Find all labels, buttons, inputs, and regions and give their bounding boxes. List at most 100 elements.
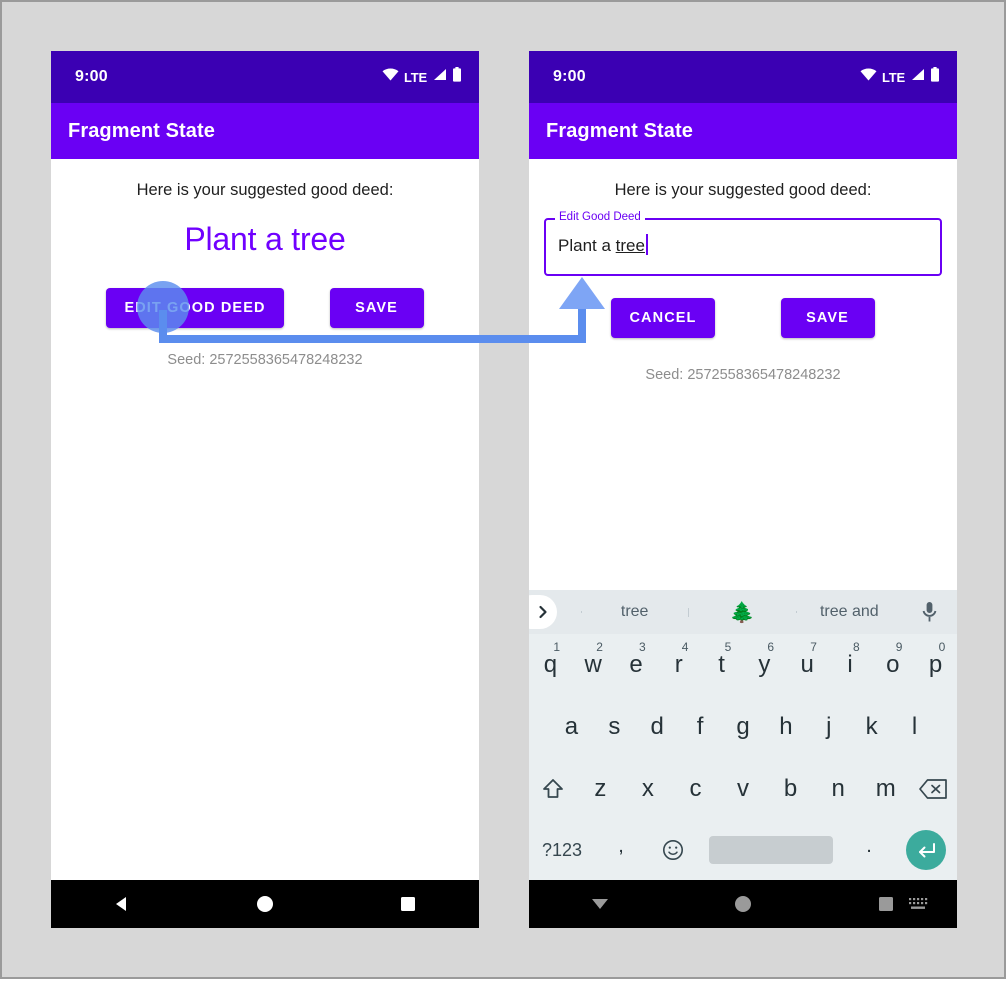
key-u-label: u — [800, 651, 814, 678]
microphone-icon[interactable] — [903, 601, 957, 623]
status-icon-group: LTE — [860, 67, 940, 87]
key-c[interactable]: c — [672, 758, 720, 820]
right-button-row: CANCEL SAVE — [529, 276, 957, 338]
page-title: Fragment State — [546, 119, 693, 142]
key-p[interactable]: 0p — [914, 634, 957, 696]
left-content: Here is your suggested good deed: Plant … — [51, 159, 479, 368]
app-bar: Fragment State — [529, 103, 957, 159]
status-time: 9:00 — [553, 68, 586, 85]
signal-icon — [910, 68, 925, 86]
key-g[interactable]: g — [722, 696, 765, 758]
key-k[interactable]: k — [850, 696, 893, 758]
key-u[interactable]: 7u — [786, 634, 829, 696]
field-value-prefix: Plant a — [558, 236, 616, 255]
page-title: Fragment State — [68, 119, 215, 142]
chevron-right-icon[interactable] — [529, 595, 557, 629]
save-button[interactable]: SAVE — [329, 288, 424, 328]
key-o-number: 9 — [895, 640, 903, 654]
seed-text: Seed: 2572558365478248232 — [645, 367, 841, 383]
key-e-label: e — [629, 651, 643, 678]
seed-text: Seed: 2572558365478248232 — [167, 352, 363, 368]
show-keyboard-icon[interactable] — [899, 880, 939, 928]
keyboard-row-1: 1q 2w 3e 4r 5t 6y 7u 8i 9o 0p — [529, 634, 957, 696]
key-h[interactable]: h — [764, 696, 807, 758]
field-label: Edit Good Deed — [555, 210, 645, 224]
soft-keyboard: tree 🌲 tree and 1q 2w 3e 4r 5t 6y 7u 8i … — [529, 590, 957, 880]
suggestion-bar: tree 🌲 tree and — [529, 590, 957, 634]
recents-square-icon[interactable] — [336, 894, 479, 914]
key-t[interactable]: 5t — [700, 634, 743, 696]
key-e[interactable]: 3e — [615, 634, 658, 696]
keyboard-row-2: a s d f g h j k l — [529, 696, 957, 758]
navigation-bar-left — [51, 880, 479, 928]
back-triangle-icon[interactable] — [51, 894, 194, 914]
wifi-icon — [382, 68, 399, 86]
key-d[interactable]: d — [636, 696, 679, 758]
key-q-label: q — [543, 651, 558, 678]
enter-return-icon[interactable] — [906, 830, 946, 870]
key-a[interactable]: a — [550, 696, 593, 758]
status-icon-group: LTE — [382, 67, 462, 87]
key-r[interactable]: 4r — [657, 634, 700, 696]
key-x[interactable]: x — [624, 758, 672, 820]
left-button-row: EDIT GOOD DEED SAVE — [51, 258, 479, 328]
key-i-number: 8 — [852, 640, 860, 654]
key-w-label: w — [584, 651, 602, 678]
key-w-number: 2 — [596, 640, 603, 654]
space-key[interactable] — [709, 836, 833, 864]
network-label: LTE — [882, 69, 905, 85]
key-q[interactable]: 1q — [529, 634, 572, 696]
enter-key-wrap — [895, 830, 957, 870]
key-y[interactable]: 6y — [743, 634, 786, 696]
phone-right-edit-state: 9:00 LTE Fragment State Here is your sug… — [529, 51, 957, 928]
screenshot-canvas: 9:00 LTE Fragment State Here is your sug… — [0, 0, 1006, 979]
period-key[interactable]: . — [843, 835, 895, 866]
key-s[interactable]: s — [593, 696, 636, 758]
key-t-label: t — [718, 651, 725, 678]
right-content: Here is your suggested good deed: Edit G… — [529, 159, 957, 383]
save-button[interactable]: SAVE — [780, 298, 875, 338]
key-z[interactable]: z — [577, 758, 625, 820]
battery-icon — [930, 67, 940, 87]
battery-icon — [452, 67, 462, 87]
key-m[interactable]: m — [862, 758, 910, 820]
cancel-button[interactable]: CANCEL — [611, 298, 715, 338]
emoji-smiley-icon[interactable] — [647, 839, 699, 861]
suggestion-item-0[interactable]: tree — [581, 603, 688, 621]
suggestion-label: Here is your suggested good deed: — [614, 181, 872, 199]
key-o[interactable]: 9o — [871, 634, 914, 696]
signal-icon — [432, 68, 447, 86]
status-bar: 9:00 LTE — [529, 51, 957, 103]
home-circle-icon[interactable] — [194, 894, 337, 914]
home-circle-icon[interactable] — [672, 894, 815, 914]
key-y-label: y — [758, 651, 771, 678]
dismiss-keyboard-down-icon[interactable] — [529, 893, 672, 915]
suggestion-item-1-emoji[interactable]: 🌲 — [688, 600, 795, 625]
key-r-label: r — [674, 651, 683, 678]
symbols-key[interactable]: ?123 — [529, 840, 595, 861]
key-p-label: p — [928, 651, 943, 678]
suggestion-item-2[interactable]: tree and — [795, 603, 903, 621]
key-j[interactable]: j — [807, 696, 850, 758]
key-i-label: i — [847, 651, 853, 678]
backspace-icon[interactable] — [909, 758, 957, 820]
key-v[interactable]: v — [719, 758, 767, 820]
key-w[interactable]: 2w — [572, 634, 615, 696]
comma-key[interactable]: , — [595, 835, 647, 866]
network-label: LTE — [404, 69, 427, 85]
key-f[interactable]: f — [679, 696, 722, 758]
edit-good-deed-button[interactable]: EDIT GOOD DEED — [106, 288, 284, 328]
key-p-number: 0 — [938, 640, 946, 654]
shift-icon[interactable] — [529, 758, 577, 820]
key-l[interactable]: l — [893, 696, 936, 758]
status-bar: 9:00 LTE — [51, 51, 479, 103]
key-r-number: 4 — [681, 640, 689, 654]
text-caret — [645, 234, 648, 255]
key-n[interactable]: n — [814, 758, 862, 820]
field-value-composing: tree — [615, 236, 645, 255]
navigation-bar-right — [529, 880, 957, 928]
edit-good-deed-field[interactable]: Edit Good Deed Plant a tree — [544, 210, 942, 276]
key-b[interactable]: b — [767, 758, 815, 820]
app-bar: Fragment State — [51, 103, 479, 159]
key-i[interactable]: 8i — [829, 634, 872, 696]
